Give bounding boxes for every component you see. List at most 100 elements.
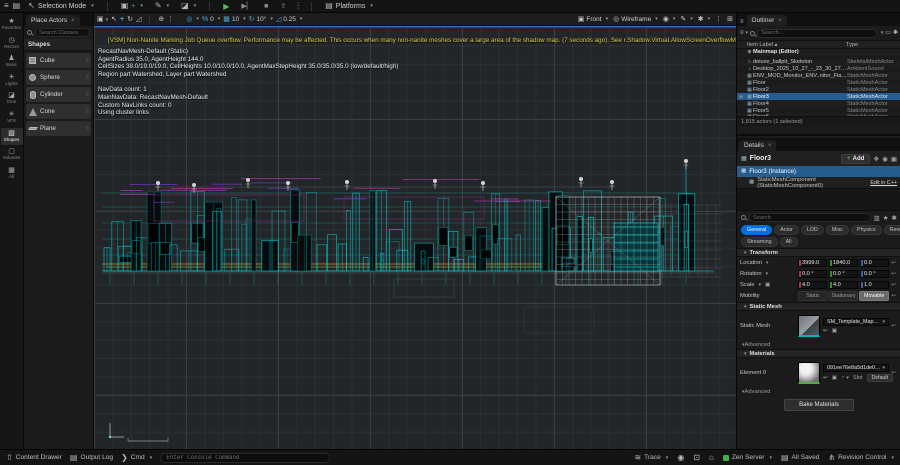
drag-handle-icon[interactable]: ⠿ — [85, 58, 89, 64]
drag-handle-icon[interactable]: ⠿ — [85, 75, 89, 81]
filter-chip-actor[interactable]: Actor — [774, 225, 799, 235]
reset-icon[interactable]: ↩ — [889, 260, 898, 266]
filter-chip-physics[interactable]: Physics — [850, 225, 882, 235]
browse-to-asset-icon[interactable]: ▣ — [832, 328, 837, 334]
rotation-label[interactable]: Rotation ▾ — [740, 271, 798, 277]
mobility-option-movable[interactable]: Movable — [859, 291, 890, 301]
use-selected-icon[interactable]: ↩ — [823, 375, 828, 381]
scale-z-field[interactable]: 1.0 — [860, 280, 889, 289]
mobility-option-stationary[interactable]: Stationary — [828, 291, 859, 301]
bake-materials-button[interactable]: Bake Materials — [784, 399, 854, 411]
close-icon[interactable]: × — [71, 18, 75, 24]
table-row[interactable]: ▦ Floor2 StaticMeshActor — [737, 86, 900, 94]
category-favorites[interactable]: ★ Favorites — [1, 16, 23, 34]
static-mesh-section-header[interactable]: ▾ Static Mesh — [737, 302, 900, 311]
category-basic[interactable]: ♟ Basic — [1, 53, 23, 71]
create-folder-icon[interactable]: ▭ — [885, 30, 891, 36]
tab-outliner[interactable]: Outliner × — [746, 15, 787, 26]
outliner-search-input[interactable] — [757, 28, 877, 38]
source-control-saved[interactable]: ▤ All Saved — [781, 453, 819, 462]
category-all[interactable]: ▦ All — [1, 165, 23, 183]
rotate-tool-icon[interactable]: ↻ — [127, 16, 133, 23]
table-row[interactable]: ♘ deluxe_ballpit_Skeleton SkeletalMeshActo… — [737, 58, 900, 66]
dock-menu-icon[interactable]: ≡ — [740, 19, 744, 25]
settings-icon[interactable]: ✱ — [893, 30, 898, 36]
static-mesh-combobox[interactable]: SM_Template_Map_Floor▾ — [823, 318, 889, 326]
details-search-input[interactable] — [749, 213, 871, 222]
drag-handle-icon[interactable]: ⠿ — [85, 92, 89, 98]
visibility-eye-icon[interactable]: ◉ — [739, 94, 746, 100]
settings-icon[interactable]: ✱ — [892, 214, 897, 222]
category-vfx[interactable]: ✳ VFX — [1, 109, 23, 127]
filter-chip-streaming[interactable]: Streaming — [741, 237, 778, 247]
coordinate-system-icon[interactable]: ⊕ — [158, 16, 164, 23]
instance-row[interactable]: ▦ Floor3 (Instance) — [737, 166, 900, 177]
move-tool-icon[interactable]: + — [120, 16, 124, 23]
scale-label[interactable]: Scale ▾ ▣ — [740, 282, 798, 288]
static-mesh-thumbnail[interactable] — [798, 315, 820, 337]
reset-icon[interactable]: ↩ — [889, 282, 898, 288]
table-row[interactable]: ⊕ Mainmap (Editor) — [737, 49, 900, 56]
shape-item-plane[interactable]: Plane ⠿ — [26, 121, 91, 136]
display-filter-icon[interactable]: ▥ — [874, 214, 880, 222]
filter-chip-lod[interactable]: LOD — [800, 225, 824, 235]
location-x-field[interactable]: 3999.0 — [798, 258, 827, 267]
stop-button[interactable]: ■ — [260, 2, 272, 11]
scale-y-field[interactable]: 4.0 — [829, 280, 858, 289]
cmd-dropdown[interactable]: ❯ Cmd ▾ — [121, 453, 152, 462]
table-row[interactable]: ▦ Floor StaticMeshActor — [737, 80, 900, 87]
materials-section-header[interactable]: ▾ Materials — [737, 349, 900, 358]
grid-snap-control[interactable]: ▦ 10 ▾ — [223, 16, 245, 23]
derived-data-icon[interactable]: ⌂ — [709, 453, 714, 462]
scale-lock-icon[interactable]: ▣ — [765, 282, 770, 288]
category-lights[interactable]: ☀ Lights — [1, 72, 23, 90]
browse-to-asset-icon[interactable]: ▣ — [832, 375, 837, 381]
trace-dropdown[interactable]: ≋ Trace ▾ — [634, 453, 668, 462]
mobility-option-static[interactable]: Static — [798, 291, 828, 301]
platforms-dropdown[interactable]: ▤ Platforms ▾ — [321, 1, 377, 11]
menu-icon[interactable]: ≡ — [4, 2, 9, 10]
filter-icon[interactable]: ≡ ▾ — [740, 30, 748, 36]
brush-settings-dropdown[interactable]: ✎ ▾ — [680, 16, 692, 23]
view-perspective-dropdown[interactable]: ▣ Front ▾ — [578, 16, 608, 23]
screenshot-icon[interactable]: ◉ — [677, 453, 684, 462]
more-options-icon[interactable]: ⋮ — [715, 16, 722, 23]
location-z-field[interactable]: 0.0 — [860, 258, 889, 267]
console-command-input[interactable] — [160, 452, 331, 463]
eject-button[interactable]: ⇪ — [276, 1, 290, 11]
transform-section-header[interactable]: ▾ Transform — [737, 248, 900, 257]
column-type[interactable]: Type — [846, 42, 898, 48]
location-y-field[interactable]: 1840.0 — [829, 258, 858, 267]
reset-icon[interactable]: ↩ — [889, 271, 898, 277]
rotation-z-field[interactable]: 0.0 ° — [860, 269, 889, 278]
scale-x-field[interactable]: 4.0 — [798, 280, 827, 289]
output-log-button[interactable]: ▤ Output Log — [70, 453, 113, 462]
camera-speed-control[interactable]: ◿ 0.25 ▾ — [276, 16, 303, 23]
category-shapes[interactable]: ▧ Shapes — [0, 127, 23, 146]
filter-chip-misc[interactable]: Misc — [825, 225, 849, 235]
viewport-options-icon[interactable]: ▣ ▾ — [97, 16, 108, 23]
component-row[interactable]: ▦ StaticMeshComponent (StaticMeshCompone… — [737, 177, 900, 189]
material-combobox[interactable]: 091ee76e8a5d1de04d35ef1bdd▾ — [823, 364, 889, 372]
table-row[interactable]: ▦ Floor5 StaticMeshActor — [737, 107, 900, 114]
viewport-settings-dropdown[interactable]: ✱ ▾ — [698, 16, 710, 23]
cinematics-button[interactable]: ◪ ▾ — [177, 1, 200, 11]
edit-in-cpp-link[interactable]: Edit in C++ — [870, 180, 897, 186]
advanced-expander[interactable]: ▾ Advanced — [737, 341, 900, 349]
scale-tool-icon[interactable]: ◿ — [136, 16, 141, 23]
tab-details[interactable]: Details × — [739, 140, 777, 151]
filter-chip-all[interactable]: All — [779, 237, 798, 247]
drag-handle-icon[interactable]: ⠿ — [85, 109, 89, 115]
filter-chip-general[interactable]: General — [741, 225, 773, 235]
chevron-down-icon[interactable]: ▾ — [881, 30, 884, 36]
table-row[interactable]: ♪ Desktop_2025_10_27_-_23_30_27_01 Ambient… — [737, 66, 900, 73]
advanced-expander[interactable]: ▾ Advanced — [737, 388, 900, 396]
percent-snap-control[interactable]: % 0 ▾ — [202, 16, 220, 23]
revision-control-dropdown[interactable]: ⋔ Revision Control ▾ — [828, 453, 894, 462]
capture-icon[interactable]: ⊡ — [693, 453, 700, 462]
reset-icon[interactable]: ↩ — [889, 323, 898, 329]
viewport-canvas[interactable]: [VSM] Non-Nanite Marking Job Queue overf… — [94, 26, 736, 449]
rotation-x-field[interactable]: 0.0 ° — [798, 269, 827, 278]
use-selected-icon[interactable]: ↩ — [823, 328, 828, 334]
category-volumes[interactable]: ▢ Volumes — [1, 146, 23, 164]
